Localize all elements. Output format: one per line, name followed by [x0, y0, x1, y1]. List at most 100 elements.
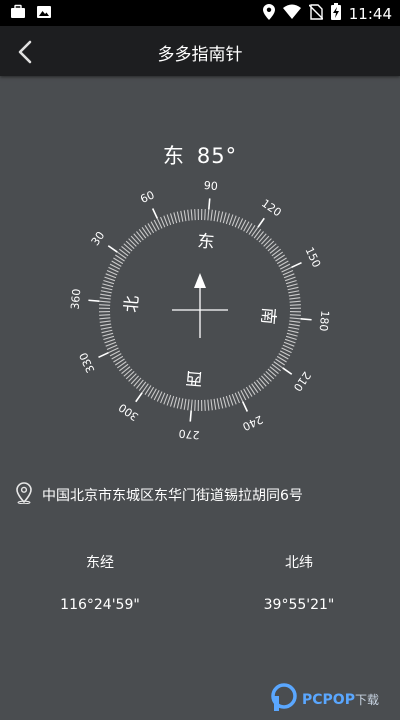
dial-tick: [225, 395, 231, 407]
dial-tick: [183, 398, 187, 410]
dial-degree-label: 270: [178, 427, 200, 442]
dial-tick: [190, 209, 193, 221]
dial-tick: [210, 209, 213, 221]
dial-tick: [190, 399, 193, 411]
dial-major-tick: [282, 367, 293, 375]
compass-dial: 901201501802102402703003303603060 东 南 西 …: [69, 179, 332, 442]
dial-tick: [100, 290, 112, 294]
dial-tick: [225, 213, 231, 225]
dial-major-tick: [300, 318, 312, 321]
cardinal-south: 南: [257, 307, 278, 326]
dial-major-tick: [151, 208, 159, 219]
dial-tick: [99, 314, 111, 316]
dial-tick: [176, 211, 181, 223]
dial-major-tick: [189, 410, 192, 422]
dial-tick: [103, 279, 115, 285]
dial-tick: [286, 332, 298, 337]
dial-tick: [222, 396, 227, 408]
dial-tick: [99, 320, 111, 323]
location-pin-icon: [262, 3, 275, 24]
dial-tick: [102, 332, 114, 337]
dial-degree-label: 120: [259, 197, 284, 220]
dial-tick: [288, 290, 300, 294]
dial-degree-label: 150: [303, 245, 324, 270]
dial-degree-label: 300: [116, 401, 141, 424]
image-icon: [36, 4, 52, 24]
dial-tick: [289, 297, 301, 300]
dial-tick: [219, 211, 224, 223]
dial-tick: [213, 398, 217, 410]
location-address: 中国北京市东城区东华门街道锡拉胡同6号: [42, 488, 303, 504]
dial-tick: [288, 293, 300, 297]
dial-tick: [216, 210, 220, 222]
dial-tick: [289, 304, 301, 306]
dial-tick: [187, 209, 190, 221]
dial-tick: [194, 209, 196, 221]
status-bar: 11:44: [0, 0, 400, 26]
dial-tick: [180, 398, 184, 410]
dial-tick: [166, 214, 172, 226]
dial-degree-label: 240: [240, 413, 265, 434]
wifi-icon: [282, 4, 301, 24]
cardinal-east: 东: [197, 232, 216, 253]
no-sim-icon: [308, 3, 324, 24]
dial-degree-label: 360: [69, 288, 84, 310]
dial-major-tick: [257, 217, 265, 228]
battery-charging-icon: [330, 3, 341, 24]
dial-degree-label: 330: [77, 350, 98, 375]
dial-major-tick: [135, 392, 143, 403]
dial-tick: [284, 276, 296, 282]
dial-tick: [228, 394, 234, 406]
dial-tick: [101, 286, 113, 291]
longitude-label: 东经: [86, 555, 114, 571]
dial-tick: [207, 209, 210, 221]
dial-tick: [285, 279, 297, 285]
dial-tick: [169, 395, 175, 407]
cardinal-north: 北: [122, 295, 143, 314]
watermark-text: PCPOP下载: [302, 691, 379, 708]
needle-arrow-icon: [194, 273, 206, 288]
dial-tick: [219, 397, 224, 409]
page-title: 多多指南针: [157, 45, 243, 65]
dial-tick: [288, 326, 300, 330]
watermark-brand: PCPOP: [302, 691, 355, 708]
dial-tick: [204, 209, 206, 221]
dial-tick: [213, 210, 217, 222]
dial-tick: [99, 297, 111, 300]
dial-degree-label: 210: [291, 369, 314, 394]
dial-tick: [163, 393, 169, 405]
watermark-suffix: 下载: [354, 692, 379, 707]
dial-tick: [222, 212, 227, 224]
dial-tick: [287, 329, 299, 334]
watermark: PCPOP下载: [270, 682, 379, 716]
dial-tick: [283, 341, 295, 347]
dial-major-tick: [208, 198, 211, 210]
dial-tick: [287, 286, 299, 291]
dial-tick: [163, 215, 169, 227]
dial-tick: [183, 210, 187, 222]
dial-degree-label: 180: [317, 310, 332, 332]
dial-tick: [105, 273, 117, 279]
dial-tick: [210, 399, 213, 411]
dial-tick: [284, 338, 296, 344]
dial-tick: [169, 213, 175, 225]
dial-tick: [288, 323, 300, 327]
dial-tick: [101, 329, 113, 334]
dial-tick: [207, 399, 210, 411]
latitude-label: 北纬: [285, 555, 313, 571]
dial-tick: [104, 338, 116, 344]
dial-tick: [99, 300, 111, 303]
dial-tick: [100, 293, 112, 297]
dial-tick: [100, 323, 112, 327]
dial-tick: [100, 326, 112, 330]
dial-tick: [289, 317, 301, 320]
dial-tick: [187, 399, 190, 411]
dial-tick: [283, 273, 295, 279]
heading-direction: 东: [162, 144, 185, 168]
dial-tick: [285, 335, 297, 341]
dial-tick: [176, 397, 181, 409]
watermark-logo-icon: [270, 682, 298, 716]
dial-major-tick: [98, 351, 109, 359]
briefcase-icon: [10, 4, 26, 24]
dial-tick: [204, 399, 206, 411]
